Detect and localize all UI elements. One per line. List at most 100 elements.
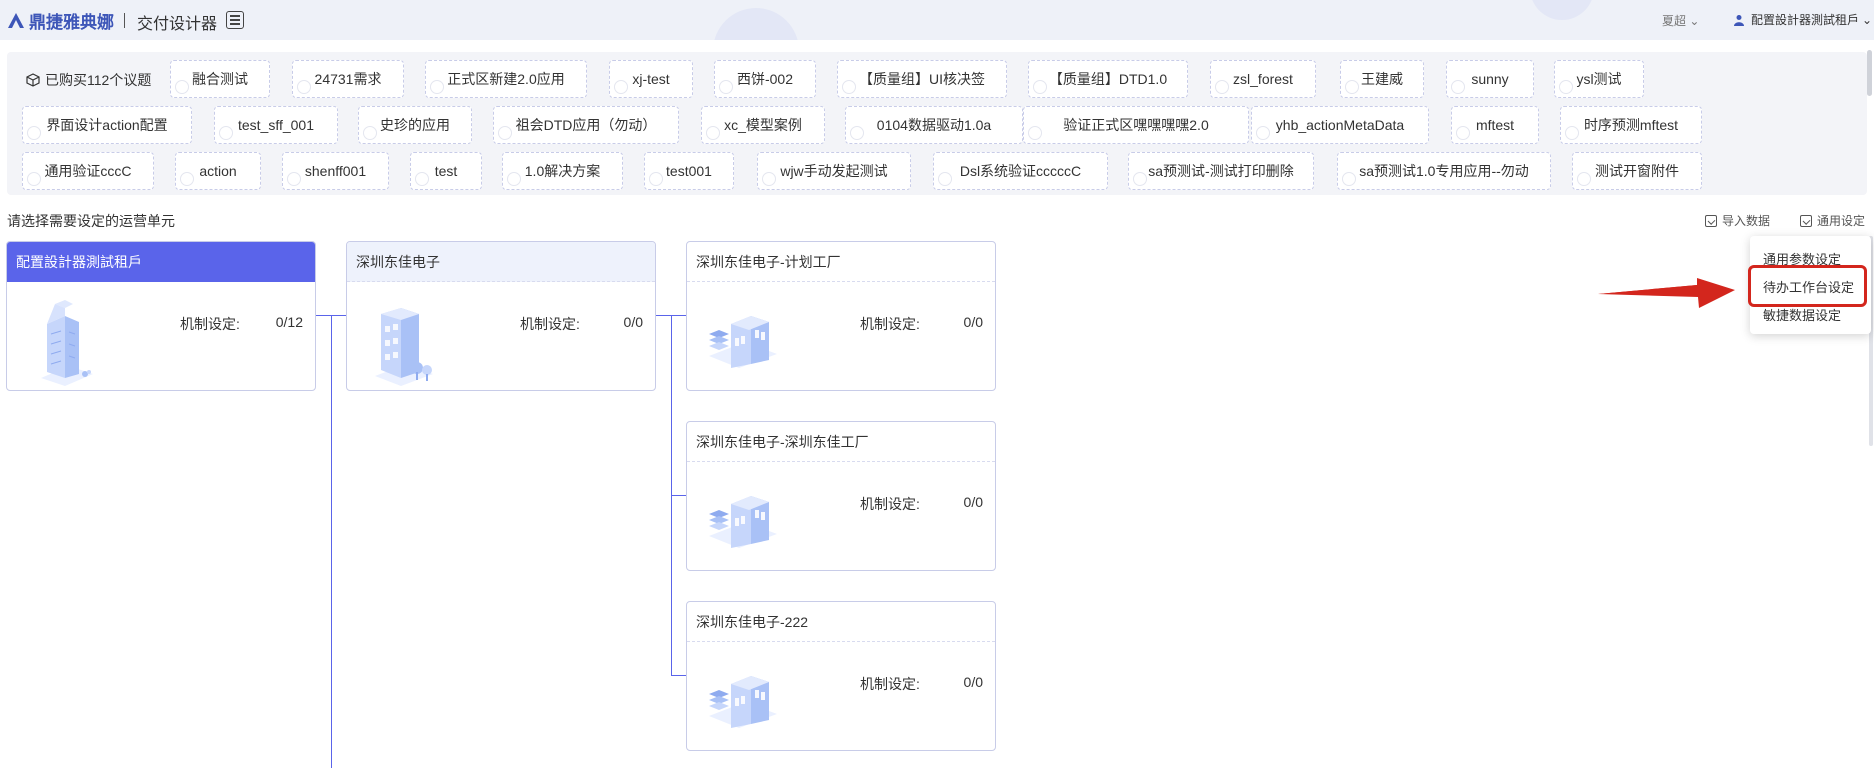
org-card-title: 深圳东佳电子-深圳东佳工厂 <box>687 422 995 462</box>
check-circle-icon <box>27 126 41 140</box>
topic-chip[interactable]: 1.0解决方案 <box>502 152 623 190</box>
check-circle-icon <box>1565 126 1579 140</box>
topic-chip[interactable]: 正式区新建2.0应用 <box>425 60 587 98</box>
topic-chip[interactable]: xj-test <box>609 60 693 98</box>
purchased-topics-label: 已购买112个议题 <box>26 70 151 90</box>
topic-chip[interactable]: 史珍的应用 <box>358 106 472 144</box>
mechanism-ratio: 0/0 <box>963 674 983 690</box>
topic-chip[interactable]: yhb_actionMetaData <box>1251 106 1429 144</box>
logo[interactable]: 鼎捷雅典娜 <box>6 9 114 32</box>
topic-chip[interactable]: sa预测试-测试打印删除 <box>1128 152 1314 190</box>
topic-chip-label: 【质量组】UI核决签 <box>859 71 985 87</box>
topic-chip[interactable]: sa预测试1.0专用应用--勿动 <box>1337 152 1551 190</box>
topic-chip-label: xc_模型案例 <box>724 117 802 133</box>
org-card-company[interactable]: 深圳东佳电子 机制设定: 0/0 <box>346 241 656 391</box>
org-card-title: 深圳东佳电子 <box>347 242 655 282</box>
topic-chip[interactable]: action <box>175 152 261 190</box>
mechanism-ratio: 0/0 <box>623 314 643 330</box>
org-card-factory[interactable]: 深圳东佳电子-深圳东佳工厂 机制设定: 0/0 <box>686 421 996 571</box>
topic-chip[interactable]: test <box>410 152 482 190</box>
topic-chip[interactable]: 【质量组】DTD1.0 <box>1028 60 1188 98</box>
check-circle-icon <box>297 80 311 94</box>
red-arrow-annotation <box>1598 278 1735 308</box>
topic-chip-label: yhb_actionMetaData <box>1275 117 1405 133</box>
topic-chip[interactable]: 0104数据驱动1.0a <box>845 106 1023 144</box>
topic-chip[interactable]: 融合测试 <box>170 60 270 98</box>
topic-chip[interactable]: 通用验证cccC <box>22 152 154 190</box>
topic-chip-label: zsl_forest <box>1233 71 1293 87</box>
check-circle-icon <box>27 172 41 186</box>
topic-chip[interactable]: 界面设计action配置 <box>22 106 192 144</box>
topic-chip[interactable]: Dsl系统验证cccccC <box>933 152 1108 190</box>
menu-list-icon[interactable] <box>226 11 244 29</box>
topic-chip[interactable]: 24731需求 <box>292 60 404 98</box>
highlight-box <box>1748 265 1867 307</box>
menu-item-agile-data[interactable]: 敏捷数据设定 <box>1763 305 1841 324</box>
user-menu[interactable]: 夏超 ⌄ <box>1662 12 1699 29</box>
topic-chip-label: test_sff_001 <box>237 117 315 133</box>
check-circle-icon <box>1577 172 1591 186</box>
section-title: 请选择需要设定的运营单元 <box>7 213 175 229</box>
topic-chip[interactable]: 测试开窗附件 <box>1572 152 1702 190</box>
topic-chip[interactable]: 祖会DTD应用（勿动） <box>493 106 679 144</box>
check-circle-icon <box>1215 80 1229 94</box>
tenant-selector[interactable]: 配置設計器測試租戶 ⌄ <box>1733 11 1872 28</box>
topic-chip-label: 验证正式区嘿嘿嘿嘿2.0 <box>1063 117 1209 133</box>
topic-chip-label: 西饼-002 <box>736 71 794 87</box>
check-circle-icon <box>430 80 444 94</box>
topic-chip-label: 王建威 <box>1361 71 1403 87</box>
org-card-title: 深圳东佳电子-计划工厂 <box>687 242 995 282</box>
topic-chip[interactable]: test001 <box>644 152 734 190</box>
factory-icon <box>709 676 777 728</box>
topic-chip-label: Dsl系统验证cccccC <box>959 163 1082 179</box>
topic-chip-label: xj-test <box>632 71 670 87</box>
topic-chip[interactable]: sunny <box>1446 60 1534 98</box>
check-circle-icon <box>1451 80 1465 94</box>
topic-chip[interactable]: ysl测试 <box>1554 60 1644 98</box>
check-circle-icon <box>175 80 189 94</box>
chevron-down-icon: ⌄ <box>1862 12 1873 27</box>
cube-icon <box>26 73 40 87</box>
topics-scrollbar[interactable] <box>1867 50 1872 96</box>
topic-chip[interactable]: 王建威 <box>1340 60 1424 98</box>
topic-chip-label: 融合测试 <box>192 71 248 87</box>
logo-text: 鼎捷雅典娜 <box>29 12 114 32</box>
topic-chip[interactable]: 验证正式区嘿嘿嘿嘿2.0 <box>1023 106 1249 144</box>
mechanism-ratio: 0/0 <box>963 314 983 330</box>
check-circle-icon <box>1133 172 1147 186</box>
check-circle-icon <box>363 126 377 140</box>
topic-chip-label: sunny <box>1471 71 1509 87</box>
topic-chip[interactable]: xc_模型案例 <box>701 106 825 144</box>
import-data-button[interactable]: 导入数据 <box>1705 212 1770 229</box>
topic-chip[interactable]: wjw手动发起测试 <box>757 152 911 190</box>
topic-chip[interactable]: zsl_forest <box>1210 60 1316 98</box>
topic-chip-label: 0104数据驱动1.0a <box>876 117 992 133</box>
settings-doc-icon <box>1800 214 1812 227</box>
topic-chip[interactable]: 时序预测mftest <box>1560 106 1702 144</box>
topic-chip[interactable]: shenff001 <box>282 152 389 190</box>
check-circle-icon <box>762 172 776 186</box>
check-circle-icon <box>1256 126 1270 140</box>
topic-chip[interactable]: test_sff_001 <box>214 106 338 144</box>
mechanism-label: 机制设定: <box>860 316 920 332</box>
check-circle-icon <box>180 172 194 186</box>
topic-chip-label: 祖会DTD应用（勿动） <box>515 117 657 133</box>
athena-logo-icon <box>8 13 24 28</box>
org-card-factory[interactable]: 深圳东佳电子-222 机制设定: 0/0 <box>686 601 996 751</box>
org-card-factory[interactable]: 深圳东佳电子-计划工厂 机制设定: 0/0 <box>686 241 996 391</box>
org-card-tenant[interactable]: 配置設計器測試租戶 机制设定: 0/12 <box>6 241 316 391</box>
mechanism-label: 机制设定: <box>860 676 920 692</box>
check-circle-icon <box>287 172 301 186</box>
topic-chip-label: 通用验证cccC <box>44 163 132 179</box>
check-circle-icon <box>850 126 864 140</box>
topic-chip-label: 界面设计action配置 <box>46 117 168 133</box>
check-circle-icon <box>219 126 233 140</box>
check-circle-icon <box>1033 80 1047 94</box>
general-settings-button[interactable]: 通用设定 <box>1800 212 1865 229</box>
topic-chip-label: ysl测试 <box>1576 71 1622 87</box>
check-circle-icon <box>614 80 628 94</box>
topic-chip[interactable]: 【质量组】UI核决签 <box>837 60 1007 98</box>
topic-chip[interactable]: mftest <box>1451 106 1539 144</box>
mechanism-ratio: 0/12 <box>275 314 303 330</box>
topic-chip[interactable]: 西饼-002 <box>714 60 816 98</box>
